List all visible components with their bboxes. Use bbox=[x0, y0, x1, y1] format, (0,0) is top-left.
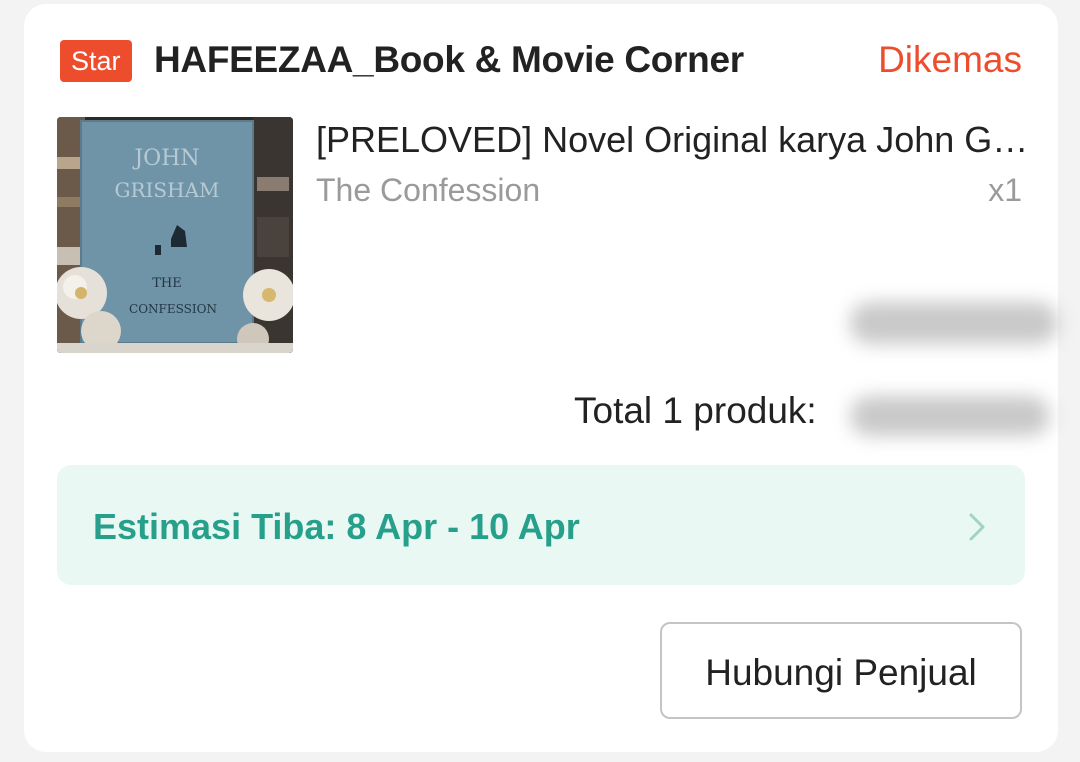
cover-author-line2: GRISHAM bbox=[115, 178, 220, 202]
product-quantity: x1 bbox=[988, 172, 1022, 208]
chevron-right-icon bbox=[969, 513, 985, 541]
order-card[interactable]: Star HAFEEZAA_Book & Movie Corner Dikema… bbox=[24, 4, 1058, 752]
cover-author-line1: JOHN bbox=[132, 146, 199, 171]
cover-title-line1: THE bbox=[152, 276, 182, 291]
book-cover-illustration: JOHN GRISHAM THE CONFESSION bbox=[57, 117, 293, 353]
product-variant: The Confession bbox=[316, 172, 541, 208]
total-amount-redacted bbox=[850, 396, 1050, 436]
contact-seller-button[interactable]: Hubungi Penjual bbox=[660, 622, 1022, 719]
shop-name[interactable]: HAFEEZAA_Book & Movie Corner bbox=[154, 36, 744, 84]
delivery-estimate-banner[interactable]: Estimasi Tiba: 8 Apr - 10 Apr bbox=[57, 465, 1025, 585]
delivery-estimate-text: Estimasi Tiba: 8 Apr - 10 Apr bbox=[93, 506, 580, 547]
order-status: Dikemas bbox=[878, 39, 1022, 80]
product-title[interactable]: [PRELOVED] Novel Original karya John Gri… bbox=[316, 116, 1030, 164]
cover-title-line2: CONFESSION bbox=[129, 302, 217, 316]
total-label: Total 1 produk: bbox=[574, 390, 817, 431]
product-image[interactable]: JOHN GRISHAM THE CONFESSION bbox=[57, 117, 293, 353]
star-badge: Star bbox=[60, 40, 132, 82]
price-redacted bbox=[850, 302, 1058, 344]
